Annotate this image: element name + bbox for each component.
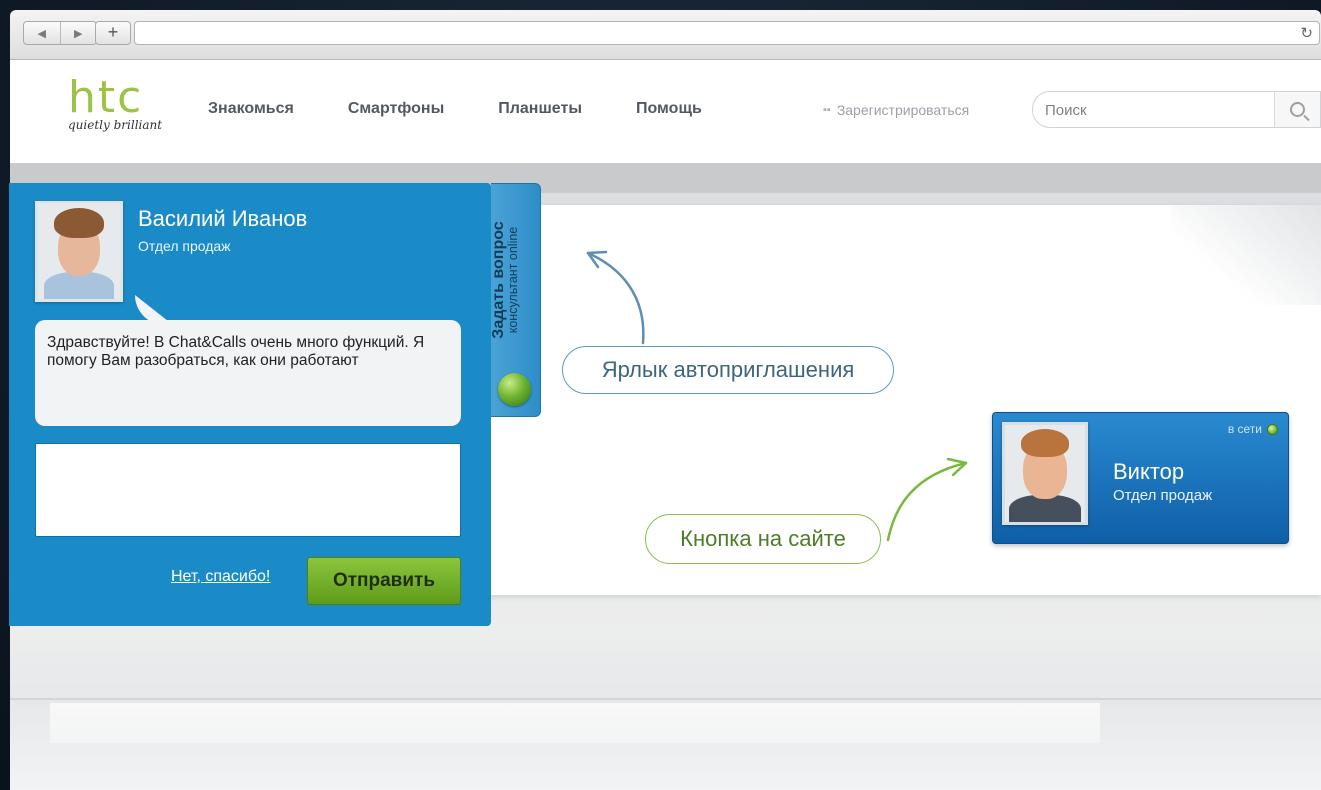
online-dot-icon bbox=[1267, 423, 1278, 435]
users-icon: ▪▪ bbox=[823, 104, 831, 116]
reload-icon[interactable]: ↻ bbox=[1300, 24, 1313, 42]
site-button-label: Кнопка на сайте bbox=[645, 514, 881, 564]
operator-avatar bbox=[1002, 422, 1088, 525]
agent-department: Отдел продаж bbox=[138, 238, 231, 254]
search-icon bbox=[1290, 102, 1305, 117]
page-curl-decoration bbox=[1171, 205, 1321, 305]
nav-item-smartphones[interactable]: Смартфоны bbox=[348, 100, 444, 118]
footer-area bbox=[50, 703, 1100, 743]
site-header: htc quietly brilliant Знакомься Смартфон… bbox=[10, 60, 1321, 163]
new-tab-button[interactable]: + bbox=[95, 21, 131, 45]
htc-logo[interactable]: htc quietly brilliant bbox=[68, 72, 163, 133]
register-label: Зарегистрироваться bbox=[836, 102, 970, 118]
search-box bbox=[1032, 91, 1321, 128]
logo-mark: htc bbox=[68, 72, 144, 123]
main-nav: Знакомься Смартфоны Планшеты Помощь bbox=[208, 100, 756, 118]
ask-tab-text: Задать вопрос консультант online bbox=[490, 200, 521, 360]
ask-question-tab[interactable]: Задать вопрос консультант online bbox=[490, 183, 541, 417]
history-buttons: ◀ ▶ bbox=[23, 21, 97, 45]
message-input[interactable] bbox=[35, 443, 461, 537]
nav-item-help[interactable]: Помощь bbox=[636, 100, 702, 118]
browser-toolbar: ◀ ▶ + ↻ bbox=[10, 10, 1321, 60]
ask-tab-title: Задать вопрос bbox=[490, 221, 507, 339]
auto-invite-label: Ярлык автоприглашения bbox=[562, 346, 894, 394]
chat-message: Здравствуйте! В Chat&Calls очень много ф… bbox=[35, 320, 461, 426]
search-button[interactable] bbox=[1274, 92, 1320, 127]
ask-tab-subtitle: консультант online bbox=[506, 226, 520, 334]
nav-item-meet[interactable]: Знакомься bbox=[208, 100, 294, 118]
send-button[interactable]: Отправить bbox=[307, 557, 461, 605]
nav-item-tablets[interactable]: Планшеты bbox=[498, 100, 582, 118]
online-status: в сети bbox=[1228, 422, 1278, 436]
operator-widget[interactable]: в сети Виктор Отдел продаж bbox=[992, 412, 1289, 544]
decline-link[interactable]: Нет, спасибо! bbox=[171, 568, 270, 586]
search-input[interactable] bbox=[1045, 100, 1265, 120]
logo-tagline: quietly brilliant bbox=[68, 118, 163, 132]
forward-arrow-icon[interactable]: ▶ bbox=[61, 22, 97, 44]
chat-panel: Василий Иванов Отдел продаж Здравствуйте… bbox=[9, 183, 491, 626]
agent-avatar bbox=[35, 201, 123, 302]
agent-name: Василий Иванов bbox=[138, 206, 308, 231]
online-status-label: в сети bbox=[1227, 422, 1262, 436]
back-arrow-icon[interactable]: ◀ bbox=[24, 22, 61, 44]
divider bbox=[10, 698, 1321, 700]
operator-name: Виктор bbox=[1113, 459, 1185, 484]
address-bar[interactable]: ↻ bbox=[134, 21, 1320, 45]
register-link[interactable]: ▪▪ Зарегистрироваться bbox=[823, 102, 969, 118]
operator-department: Отдел продаж bbox=[1113, 487, 1213, 504]
globe-icon bbox=[498, 373, 531, 406]
